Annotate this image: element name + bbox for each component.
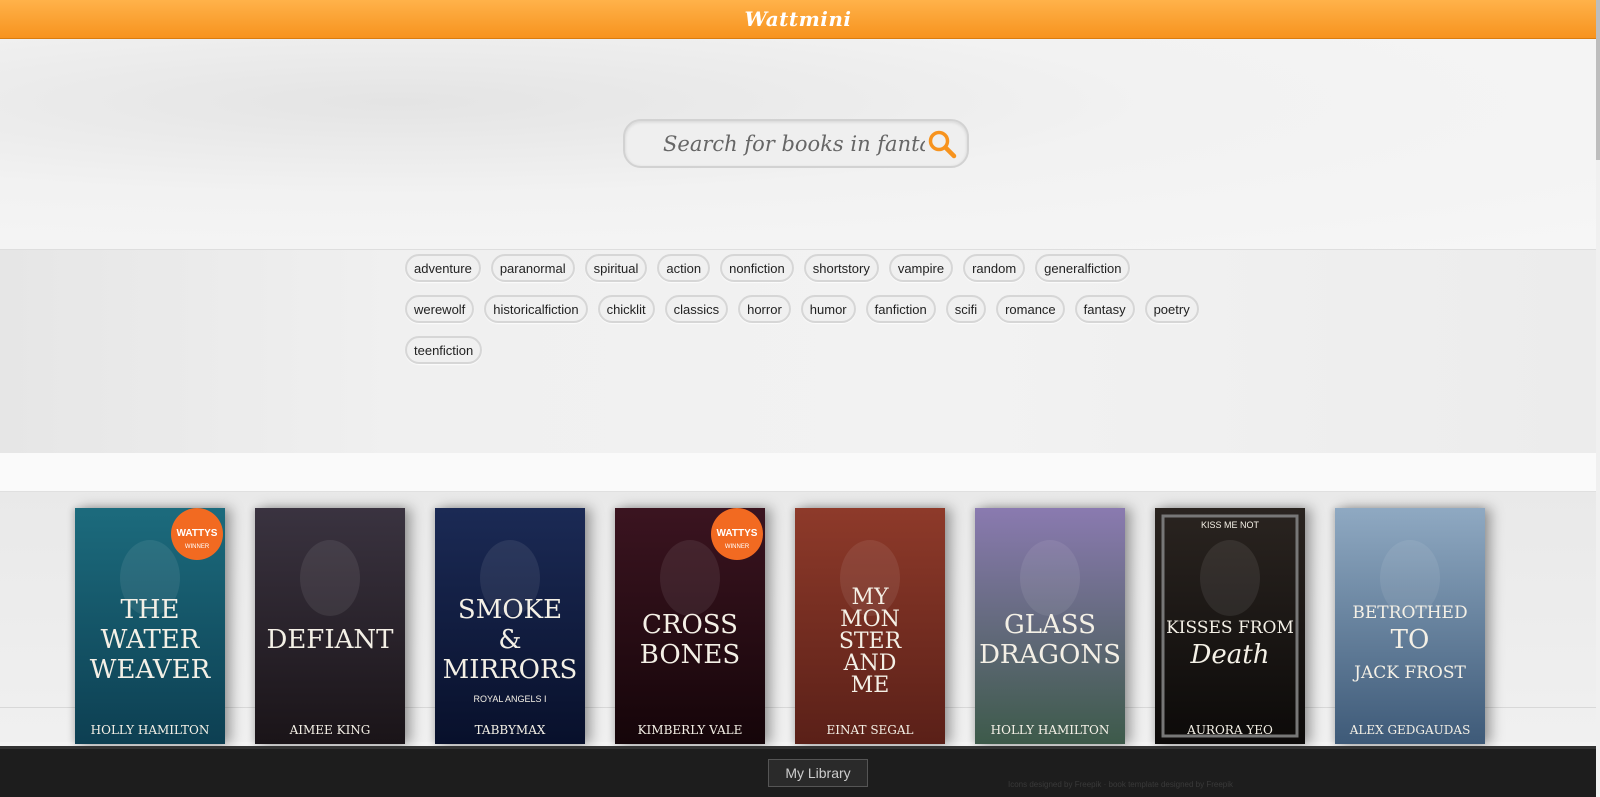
book-title-line: DEFIANT: [266, 625, 394, 655]
book-cover[interactable]: GLASS DRAGONS HOLLY HAMILTON: [975, 508, 1125, 744]
book-title-line: WEAVER: [90, 655, 212, 685]
book-author: HOLLY HAMILTON: [991, 723, 1110, 737]
tag-action[interactable]: action: [657, 254, 711, 282]
cover-figure: [1020, 540, 1080, 616]
tag-scifi[interactable]: scifi: [945, 295, 987, 323]
my-library-button[interactable]: My Library: [768, 759, 868, 787]
cover-art: SMOKE&MIRRORS ROYAL ANGELS I TABBYMAX: [435, 508, 585, 744]
brand-logo[interactable]: Wattmini: [744, 7, 851, 31]
badge-sublabel: WINNER: [185, 544, 210, 550]
cover-art: THEWATERWEAVER HOLLY HAMILTON WATTYS WINNER: [75, 508, 225, 744]
book-title-line: KISSES FROM: [1166, 618, 1294, 638]
cover-art: BETROTHEDTO JACK FROST ALEX GEDGAUDAS: [1335, 508, 1485, 744]
book-author: EINAT SEGAL: [826, 723, 913, 737]
book-title-line: DRAGONS: [979, 640, 1121, 670]
credits-text: Icons designed by Freepik · book templat…: [1008, 780, 1234, 789]
book-cover[interactable]: THE WATER WEAVER HOLLY HAMILTON WATTYS WINNER: [75, 508, 225, 744]
cover-art: MYMONSTERANDMEEINAT SEGAL: [795, 508, 945, 744]
book-cover[interactable]: SMOKE & MIRRORS ROYAL ANGELS I TABBYMAX: [435, 508, 585, 744]
tag-nonfiction[interactable]: nonfiction: [720, 254, 794, 282]
book-title-line: MIRRORS: [443, 655, 578, 685]
vertical-scrollbar[interactable]: [1596, 0, 1600, 794]
tag-humor[interactable]: humor: [800, 295, 856, 323]
footer-bar: My Library Icons designed by Freepik · b…: [0, 746, 1596, 797]
tag-poetry[interactable]: poetry: [1144, 295, 1199, 323]
book-title-line: TO: [1391, 625, 1430, 655]
book-title-line: BONES: [640, 640, 740, 670]
cover-art: DEFIANT AIMEE KING: [255, 508, 405, 744]
badge-sublabel: WINNER: [725, 544, 750, 550]
book-author: AIMEE KING: [289, 723, 371, 737]
book-title-line: &: [498, 625, 521, 655]
book-subtitle: KISS ME NOT: [1201, 520, 1260, 530]
book-title-line: BETROTHED: [1352, 603, 1467, 623]
tag-shortstory[interactable]: shortstory: [803, 254, 879, 282]
tag-generalfiction[interactable]: generalfiction: [1035, 254, 1131, 282]
book-title-line: GLASS: [1004, 610, 1096, 640]
scrollbar-thumb[interactable]: [1596, 0, 1600, 160]
cover-art: CROSSBONES KIMBERLY VALE WATTYS WINNER: [615, 508, 765, 744]
book-author: HOLLY HAMILTON: [91, 723, 210, 737]
tag-romance[interactable]: romance: [996, 295, 1065, 323]
tag-horror[interactable]: horror: [738, 295, 791, 323]
badge-label: WATTYS: [177, 528, 218, 539]
book-title-line: JACK FROST: [1352, 663, 1466, 683]
tag-adventure[interactable]: adventure: [405, 254, 481, 282]
tag-chicklit[interactable]: chicklit: [597, 295, 655, 323]
search-icon[interactable]: [927, 127, 957, 161]
book-author: TABBYMAX: [475, 723, 546, 737]
book-title-line: SMOKE: [458, 595, 562, 625]
book-title-line: THE: [121, 595, 180, 625]
book-title-line: Death: [1190, 640, 1270, 670]
cover-figure: [660, 540, 720, 616]
cover-figure: [300, 540, 360, 616]
book-cover[interactable]: KISSES FROM Death KISS ME NOT AURORA YEO: [1155, 508, 1305, 744]
tag-paranormal[interactable]: paranormal: [490, 254, 575, 282]
divider-stripe: [0, 453, 1596, 492]
book-row: THE WATER WEAVER HOLLY HAMILTON WATTYS WINNER…: [75, 508, 1485, 744]
tag-vampire[interactable]: vampire: [888, 254, 954, 282]
book-cover[interactable]: MY MON STER AND ME EINAT SEGAL: [795, 508, 945, 744]
book-cover[interactable]: DEFIANT AIMEE KING: [255, 508, 405, 744]
tag-teenfiction[interactable]: teenfiction: [405, 336, 483, 364]
tag-fanfiction[interactable]: fanfiction: [865, 295, 936, 323]
tag-cloud: adventure paranormal spiritual action nonfic…: [405, 254, 1225, 377]
tag-werewolf[interactable]: werewolf: [405, 295, 475, 323]
book-title-line: ME: [851, 673, 890, 698]
cover-figure: [1200, 540, 1260, 616]
tag-random[interactable]: random: [963, 254, 1026, 282]
book-title-line: WATER: [101, 625, 201, 655]
cover-art: GLASSDRAGONS HOLLY HAMILTON: [975, 508, 1125, 744]
tag-fantasy[interactable]: fantasy: [1074, 295, 1135, 323]
book-cover[interactable]: CROSS BONES KIMBERLY VALE WATTYS WINNER: [615, 508, 765, 744]
search-box: [623, 119, 969, 168]
tag-classics[interactable]: classics: [664, 295, 729, 323]
badge-label: WATTYS: [717, 528, 758, 539]
tag-historicalfiction[interactable]: historicalfiction: [484, 295, 588, 323]
book-subtitle: ROYAL ANGELS I: [473, 694, 546, 704]
book-author: KIMBERLY VALE: [638, 723, 743, 737]
book-author: ALEX GEDGAUDAS: [1349, 723, 1471, 737]
top-bar: Wattmini: [0, 0, 1596, 39]
book-title-line: CROSS: [642, 610, 738, 640]
book-cover[interactable]: BETROTHED TO JACK FROST ALEX GEDGAUDAS: [1335, 508, 1485, 744]
tag-spiritual[interactable]: spiritual: [584, 254, 648, 282]
search-input[interactable]: [661, 130, 927, 157]
cover-art: KISSES FROMDeathKISS ME NOTAURORA YEO: [1155, 508, 1305, 744]
